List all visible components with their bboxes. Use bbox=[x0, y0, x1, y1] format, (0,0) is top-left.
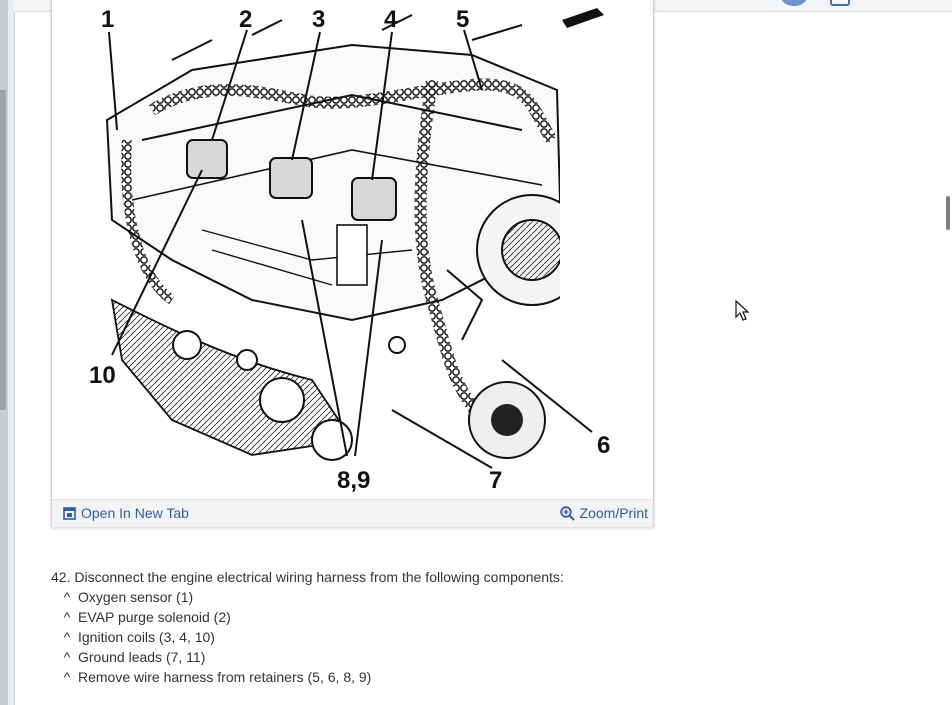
open-in-new-tab-link[interactable]: Open In New Tab bbox=[63, 505, 189, 521]
step-text: 42. Disconnect the engine electrical wir… bbox=[51, 569, 564, 585]
callout-2: 2 bbox=[239, 6, 252, 33]
list-item: ^ Ignition coils (3, 4, 10) bbox=[63, 627, 851, 647]
list-item: ^ Oxygen sensor (1) bbox=[63, 587, 851, 607]
mouse-pointer-icon bbox=[735, 300, 750, 321]
list-item-text: Ground leads (7, 11) bbox=[78, 649, 206, 665]
engine-illustration: 1 2 3 4 5 6 7 8,9 10 bbox=[89, 6, 653, 494]
list-item-text: EVAP purge solenoid (2) bbox=[78, 609, 231, 625]
bullet-marker: ^ bbox=[63, 589, 71, 605]
callout-4: 4 bbox=[384, 6, 398, 33]
bullet-marker: ^ bbox=[63, 669, 71, 685]
open-in-new-tab-label: Open In New Tab bbox=[81, 505, 189, 521]
callout-3: 3 bbox=[312, 6, 325, 33]
bullet-marker: ^ bbox=[63, 649, 71, 665]
bullet-marker: ^ bbox=[63, 609, 71, 625]
callout-1: 1 bbox=[101, 6, 114, 33]
engine-artwork bbox=[102, 8, 653, 461]
callout-7: 7 bbox=[489, 467, 502, 494]
list-item: ^ Ground leads (7, 11) bbox=[63, 647, 851, 667]
callout-10: 10 bbox=[89, 362, 116, 389]
scrollbar-thumb[interactable] bbox=[946, 196, 950, 230]
list-item-text: Ignition coils (3, 4, 10) bbox=[78, 629, 215, 645]
diagram-figure: 1 2 3 4 5 6 7 8,9 10 Open In New Tab Zoo… bbox=[51, 0, 654, 527]
figure-toolbar: Open In New Tab Zoom/Print bbox=[52, 499, 653, 527]
callout-8-9: 8,9 bbox=[337, 467, 370, 494]
list-item-text: Remove wire harness from retainers (5, 6… bbox=[78, 669, 372, 685]
zoom-print-link[interactable]: Zoom/Print bbox=[559, 505, 648, 521]
callout-6: 6 bbox=[597, 432, 610, 459]
avatar[interactable] bbox=[781, 0, 807, 6]
engine-diagram: 1 2 3 4 5 6 7 8,9 10 bbox=[52, 0, 653, 499]
list-item: ^ Remove wire harness from retainers (5, … bbox=[63, 667, 851, 687]
edge-scroll-thumb[interactable] bbox=[0, 90, 6, 410]
bullet-marker: ^ bbox=[63, 629, 71, 645]
document-icon[interactable] bbox=[830, 0, 850, 6]
callout-5: 5 bbox=[456, 6, 469, 33]
open-in-new-tab-icon bbox=[63, 506, 76, 520]
window-left-edge bbox=[0, 0, 15, 705]
procedure-step: 42. Disconnect the engine electrical wir… bbox=[51, 567, 851, 687]
component-list: ^ Oxygen sensor (1) ^ EVAP purge solenoid … bbox=[51, 587, 851, 687]
list-item-text: Oxygen sensor (1) bbox=[78, 589, 194, 605]
list-item: ^ EVAP purge solenoid (2) bbox=[63, 607, 851, 627]
zoom-print-label: Zoom/Print bbox=[579, 505, 648, 521]
magnifier-plus-icon bbox=[559, 505, 575, 521]
